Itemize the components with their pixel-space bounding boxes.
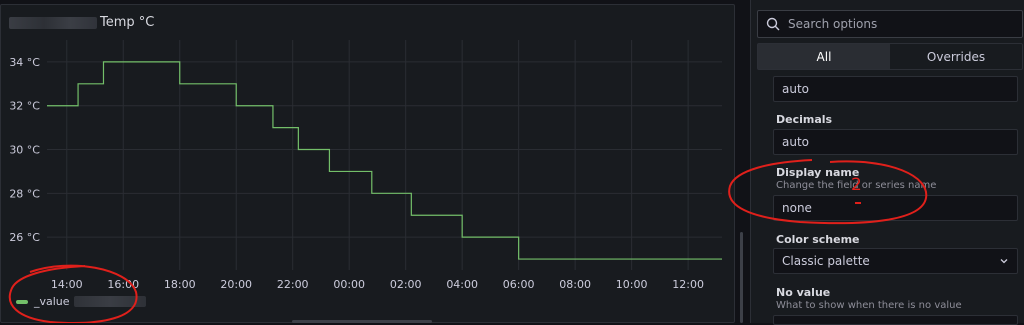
color-scheme-value: Classic palette bbox=[782, 254, 870, 268]
no-value-input[interactable] bbox=[773, 315, 1018, 325]
chevron-down-icon bbox=[1000, 259, 1008, 264]
x-tick-label: 16:00 bbox=[107, 278, 139, 291]
no-value-label: No value bbox=[776, 286, 831, 299]
redacted-legend-suffix bbox=[73, 296, 146, 307]
options-tabs: All Overrides bbox=[757, 43, 1023, 70]
y-tick-label: 30 °C bbox=[9, 144, 40, 157]
x-tick-label: 22:00 bbox=[277, 278, 309, 291]
x-tick-label: 04:00 bbox=[446, 278, 478, 291]
chart-legend[interactable]: _value bbox=[16, 295, 146, 308]
color-scheme-label: Color scheme bbox=[776, 233, 860, 246]
y-tick-label: 34 °C bbox=[9, 56, 40, 69]
y-tick-label: 26 °C bbox=[9, 231, 40, 244]
options-pane: All Overrides auto Decimals auto Display… bbox=[750, 0, 1024, 325]
decimals-label: Decimals bbox=[776, 113, 833, 126]
search-options-field[interactable] bbox=[757, 10, 1023, 38]
color-scheme-select[interactable]: Classic palette bbox=[773, 248, 1018, 274]
tab-overrides[interactable]: Overrides bbox=[890, 44, 1022, 69]
display-name-label: Display name bbox=[776, 166, 860, 179]
y-tick-label: 32 °C bbox=[9, 100, 40, 113]
search-icon bbox=[766, 17, 780, 31]
x-tick-label: 06:00 bbox=[503, 278, 535, 291]
unit-input[interactable]: auto bbox=[773, 76, 1018, 102]
chart-grid bbox=[47, 40, 722, 270]
x-tick-label: 02:00 bbox=[390, 278, 422, 291]
tab-all[interactable]: All bbox=[758, 44, 890, 69]
no-value-description: What to show when there is no value bbox=[776, 300, 962, 311]
decimals-input[interactable]: auto bbox=[773, 129, 1018, 155]
y-axis: 34 °C 32 °C 30 °C 28 °C 26 °C bbox=[9, 56, 40, 244]
panel-scrollbar[interactable] bbox=[740, 232, 743, 323]
x-tick-label: 00:00 bbox=[333, 278, 365, 291]
x-tick-label: 18:00 bbox=[164, 278, 196, 291]
x-tick-label: 10:00 bbox=[616, 278, 648, 291]
legend-color-swatch bbox=[16, 299, 28, 304]
display-name-input[interactable]: none bbox=[773, 195, 1018, 221]
legend-label[interactable]: _value bbox=[34, 295, 70, 308]
y-tick-label: 28 °C bbox=[9, 187, 40, 200]
search-options-input[interactable] bbox=[786, 16, 1020, 32]
line-chart: 34 °C 32 °C 30 °C 28 °C 26 °C 14:00 16:00 18:0… bbox=[9, 40, 722, 291]
x-axis: 14:00 16:00 18:00 20:00 22:00 00:00 02:00 04:00… bbox=[51, 278, 704, 291]
x-tick-label: 20:00 bbox=[220, 278, 252, 291]
x-tick-label: 14:00 bbox=[51, 278, 83, 291]
x-tick-label: 12:00 bbox=[672, 278, 704, 291]
series-line-value bbox=[47, 61, 722, 260]
x-tick-label: 08:00 bbox=[559, 278, 591, 291]
display-name-description: Change the field or series name bbox=[776, 180, 937, 191]
